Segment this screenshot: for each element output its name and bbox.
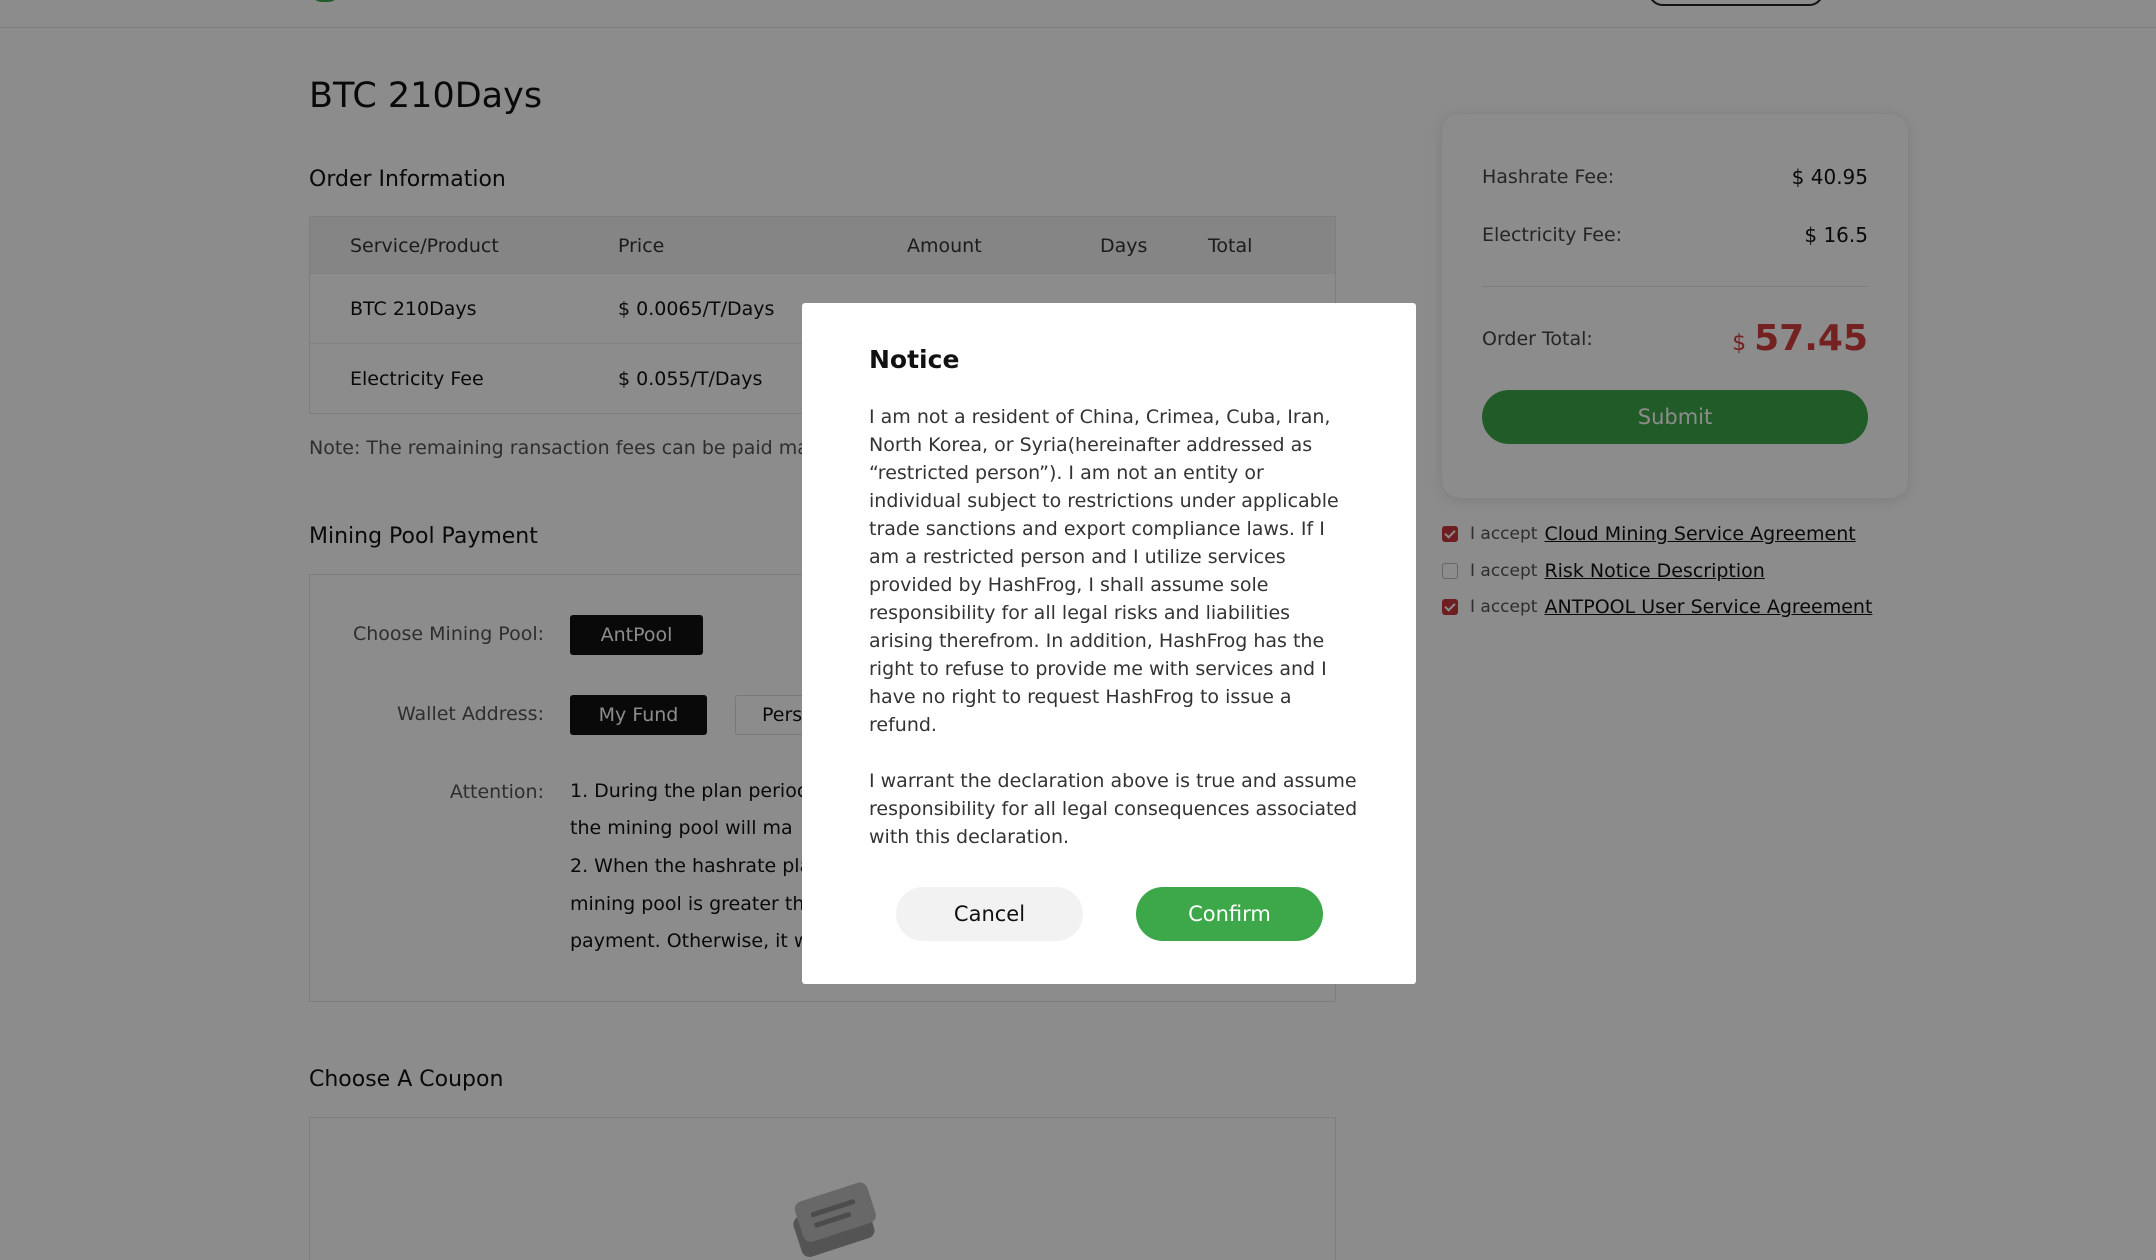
dialog-body: I am not a resident of China, Crimea, Cu… xyxy=(869,403,1359,851)
dialog-paragraph: I warrant the declaration above is true … xyxy=(869,770,1358,848)
cancel-button[interactable]: Cancel xyxy=(896,887,1083,941)
dialog-paragraph: I am not a resident of China, Crimea, Cu… xyxy=(869,406,1339,736)
confirm-button[interactable]: Confirm xyxy=(1136,887,1323,941)
dialog-title: Notice xyxy=(869,345,960,374)
notice-dialog: Notice I am not a resident of China, Cri… xyxy=(802,303,1416,984)
